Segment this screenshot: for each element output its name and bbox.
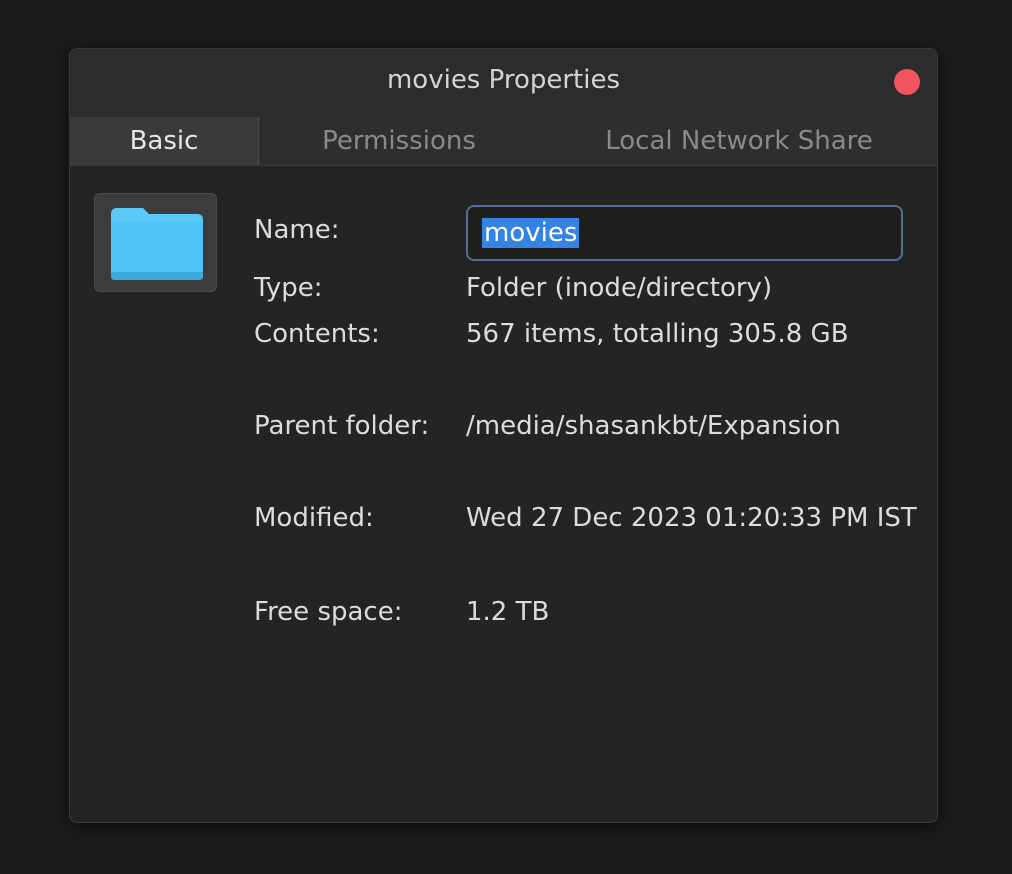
name-field[interactable]: movies — [466, 205, 903, 261]
parent-folder-label: Parent folder: — [254, 411, 430, 441]
tab-bar: Basic Permissions Local Network Share — [70, 117, 937, 166]
tab-local-network-share[interactable]: Local Network Share — [539, 117, 937, 165]
free-space-value: 1.2 TB — [466, 597, 550, 627]
contents-label: Contents: — [254, 319, 380, 349]
tab-basic[interactable]: Basic — [70, 117, 259, 165]
parent-folder-value: /media/shasankbt/Expansion — [466, 411, 841, 441]
titlebar: movies Properties — [70, 49, 937, 118]
tab-permissions[interactable]: Permissions — [259, 117, 539, 165]
folder-icon-frame — [94, 193, 217, 292]
modified-value: Wed 27 Dec 2023 01:20:33 PM IST — [466, 503, 917, 533]
name-label: Name: — [254, 215, 340, 245]
type-value: Folder (inode/directory) — [466, 273, 773, 303]
type-label: Type: — [254, 273, 323, 303]
properties-dialog: movies Properties Basic Permissions Loca… — [69, 48, 938, 823]
contents-value: 567 items, totalling 305.8 GB — [466, 319, 849, 349]
modified-label: Modified: — [254, 503, 374, 533]
window-title: movies Properties — [386, 65, 621, 95]
close-button[interactable] — [894, 69, 920, 95]
name-field-value[interactable]: movies — [482, 218, 580, 248]
folder-icon — [111, 208, 203, 280]
free-space-label: Free space: — [254, 597, 403, 627]
